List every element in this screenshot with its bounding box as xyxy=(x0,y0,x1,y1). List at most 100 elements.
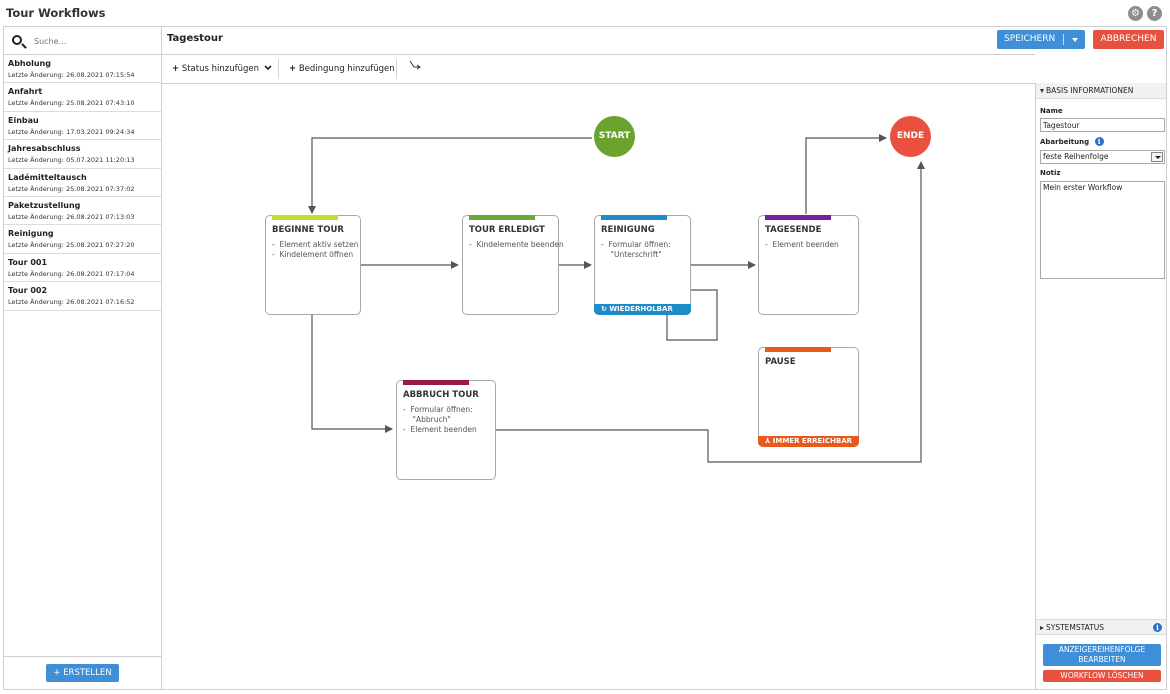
list-item[interactable]: Reinigung Letzte Änderung: 25.08.2021 07:… xyxy=(4,225,161,254)
cancel-button[interactable]: ABBRECHEN xyxy=(1093,30,1164,49)
node-tagesende[interactable]: TAGESENDE - Element beenden xyxy=(758,215,859,315)
node-title: TAGESENDE xyxy=(765,225,822,235)
info-icon[interactable]: i xyxy=(1153,623,1162,632)
node-color-bar xyxy=(601,215,667,220)
add-status-label: Status hinzufügen xyxy=(181,64,259,74)
node-action-line: - Kindelemente beenden xyxy=(469,240,564,249)
info-icon[interactable]: i xyxy=(1094,137,1104,146)
node-action-line: "Abbruch" xyxy=(403,415,451,424)
list-item-date: Letzte Änderung: 25.08.2021 07:37:02 xyxy=(8,184,135,193)
list-item-name: Einbau xyxy=(8,115,39,125)
toolbar-divider xyxy=(396,59,397,79)
list-item-date: Letzte Änderung: 25.08.2021 07:43:10 xyxy=(8,99,135,108)
node-footer: ↻ WIEDERHOLBAR xyxy=(594,304,691,315)
delete-workflow-button[interactable]: WORKFLOW LÖSCHEN xyxy=(1043,670,1161,682)
processing-value: feste Reihenfolge xyxy=(1043,152,1109,161)
note-label: Notiz xyxy=(1040,169,1061,177)
hierarchy-icon: ⅄ xyxy=(765,437,771,445)
list-item[interactable]: Anfahrt Letzte Änderung: 25.08.2021 07:43… xyxy=(4,83,161,112)
basis-section-header[interactable]: BASIS INFORMATIONEN xyxy=(1036,83,1166,99)
node-actions: - Formular öffnen: "Unterschrift" xyxy=(601,240,671,260)
processing-label-text: Abarbeitung xyxy=(1040,138,1090,146)
node-title: BEGINNE TOUR xyxy=(272,225,344,235)
list-item[interactable]: Ladémitteltausch Letzte Änderung: 25.08.2… xyxy=(4,169,161,197)
node-action-line: "Unterschrift" xyxy=(601,250,662,259)
end-label: ENDE xyxy=(896,131,925,141)
chevron-down-icon[interactable] xyxy=(1151,152,1163,162)
create-button[interactable]: + ERSTELLEN xyxy=(46,664,119,682)
processing-select[interactable]: feste Reihenfolge xyxy=(1040,150,1165,164)
workflow-list: Abholung Letzte Änderung: 26.08.2021 07:1… xyxy=(4,55,161,311)
chevron-down-icon xyxy=(264,65,272,71)
list-item-date: Letzte Änderung: 26.08.2021 07:16:52 xyxy=(8,298,135,307)
app-title: Tour Workflows xyxy=(6,6,106,20)
list-item-date: Letzte Änderung: 26.08.2021 07:15:54 xyxy=(8,71,135,79)
node-actions: - Element beenden xyxy=(765,240,839,250)
node-action-line: - Formular öffnen: xyxy=(601,240,671,249)
save-label: SPEICHERN xyxy=(1004,34,1056,44)
caret-right-icon xyxy=(1040,626,1044,630)
node-abbruch-tour[interactable]: ABBRUCH TOUR - Formular öffnen: "Abbruch… xyxy=(396,380,496,480)
settings-icon[interactable]: ⚙ xyxy=(1128,6,1143,21)
list-item-date: Letzte Änderung: 17.03.2021 09:24:34 xyxy=(8,127,135,136)
list-item-name: Tour 002 xyxy=(8,286,48,296)
node-reinigung[interactable]: REINIGUNG - Formular öffnen: "Unterschri… xyxy=(594,215,691,315)
editor-header: Tagestour SPEICHERN ABBRECHEN xyxy=(162,27,1164,55)
list-item-name: Abholung xyxy=(8,59,51,68)
help-icon[interactable]: ? xyxy=(1147,6,1162,21)
chevron-down-icon[interactable] xyxy=(1072,38,1078,42)
save-button[interactable]: SPEICHERN xyxy=(997,30,1085,49)
list-item-name: Anfahrt xyxy=(8,87,43,97)
node-actions: - Formular öffnen: "Abbruch" - Element be… xyxy=(403,405,477,435)
node-beginne-tour[interactable]: BEGINNE TOUR - Element aktiv setzen - Kin… xyxy=(265,215,361,315)
list-item[interactable]: Paketzustellung Letzte Änderung: 26.08.20… xyxy=(4,197,161,226)
edit-display-order-button[interactable]: ANZEIGEREIHENFOLGE BEARBEITEN xyxy=(1043,644,1161,666)
search-icon[interactable] xyxy=(12,35,22,45)
name-field[interactable] xyxy=(1040,118,1165,132)
node-color-bar xyxy=(469,215,535,220)
search-bar xyxy=(4,27,161,55)
top-icons: ⚙ ? xyxy=(1128,6,1162,21)
list-item[interactable]: Tour 002 Letzte Änderung: 26.08.2021 07:1… xyxy=(4,282,161,311)
node-color-bar xyxy=(765,347,831,352)
edge-start-beginne xyxy=(308,137,592,214)
list-item-name: Jahresabschluss xyxy=(8,144,81,154)
list-item-date: Letzte Änderung: 25.08.2021 07:27:20 xyxy=(8,241,135,250)
note-field[interactable]: Mein erster Workflow xyxy=(1040,181,1165,279)
list-item-date: Letzte Änderung: 05.07.2021 11:20:13 xyxy=(8,156,135,165)
toolbar: + Status hinzufügen + Bedingung hinzufüg… xyxy=(162,55,1035,84)
node-actions: - Element aktiv setzen - Kindelement öffn… xyxy=(272,240,358,260)
list-item[interactable]: Abholung Letzte Änderung: 26.08.2021 07:1… xyxy=(4,55,161,84)
node-color-bar xyxy=(403,380,469,385)
list-item-name: Tour 001 xyxy=(8,257,48,267)
list-item[interactable]: Jahresabschluss Letzte Änderung: 05.07.20… xyxy=(4,140,161,169)
node-action-line: - Element aktiv setzen xyxy=(272,240,359,249)
end-node[interactable]: ENDE xyxy=(890,116,931,157)
start-label: START xyxy=(598,131,631,141)
node-pause[interactable]: PAUSE ⅄ IMMER ERREICHBAR xyxy=(758,347,859,447)
list-item-name: Ladémitteltausch xyxy=(8,172,87,182)
caret-down-icon xyxy=(1040,89,1044,93)
connectors xyxy=(308,134,925,463)
node-tour-erledigt[interactable]: TOUR ERLEDIGT - Kindelemente beenden xyxy=(462,215,564,315)
add-status-button[interactable]: + Status hinzufügen xyxy=(172,55,272,83)
workflow-canvas[interactable]: START ENDE BEGINNE TOUR - Element aktiv … xyxy=(162,84,1035,689)
note-value: Mein erster Workflow xyxy=(1043,183,1123,192)
node-footer-label: IMMER ERREICHBAR xyxy=(772,437,852,445)
connector-tool-button[interactable] xyxy=(408,55,422,83)
edge-beginne-abbruch xyxy=(311,315,393,433)
system-header-label: SYSTEMSTATUS xyxy=(1046,623,1105,632)
add-condition-button[interactable]: + Bedingung hinzufügen xyxy=(289,55,395,83)
list-item-name: Paketzustellung xyxy=(8,200,81,210)
edge-tagesende-ende xyxy=(805,134,887,214)
processing-label: Abarbeitung i xyxy=(1040,137,1104,146)
search-input[interactable] xyxy=(34,33,154,49)
start-node[interactable]: START xyxy=(594,116,635,157)
sidebar-footer: + ERSTELLEN xyxy=(4,656,161,689)
system-section-header[interactable]: SYSTEMSTATUS i xyxy=(1036,619,1166,635)
node-actions: - Kindelemente beenden xyxy=(469,240,564,250)
list-item[interactable]: Einbau Letzte Änderung: 17.03.2021 09:24:… xyxy=(4,112,161,141)
list-item[interactable]: Tour 001 Letzte Änderung: 26.08.2021 07:1… xyxy=(4,254,161,283)
save-divider xyxy=(1063,34,1064,45)
node-action-line: - Formular öffnen: xyxy=(403,405,473,414)
